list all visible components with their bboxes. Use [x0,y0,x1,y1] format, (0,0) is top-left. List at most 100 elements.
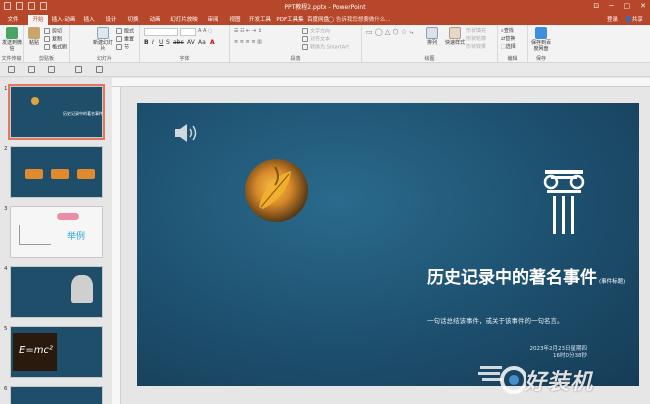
paste-button[interactable]: 粘贴 [26,27,42,46]
underline-button[interactable]: U [159,39,163,46]
arrange-button[interactable]: 排列 [422,27,442,46]
thumb-title: 历史记录中的著名事件 [63,111,103,116]
tab-design[interactable]: 设计 [102,15,120,25]
char-spacing-button[interactable]: AV [187,39,195,46]
arrange-label: 排列 [426,40,437,46]
touch-mode-icon[interactable] [96,66,103,73]
vertical-ruler [112,87,121,404]
login-link[interactable]: 登录 [607,15,618,25]
font-size-field[interactable] [180,28,196,36]
shape-outline-button[interactable]: 形状轮廓 [466,36,486,43]
replace-button[interactable]: ⇄替换 [501,36,515,43]
italic-button[interactable]: I [152,39,154,46]
format-painter-label: 格式刷 [52,44,68,51]
group-font: A A ◌ B I U S abc AV Aa A 字体 [140,25,230,63]
group-label: 绘图 [424,56,435,62]
autumn-leaf-image[interactable] [245,159,308,222]
shape-fill-button[interactable]: 形状填充 [466,28,486,35]
tab-home[interactable]: 开始 [28,15,48,25]
shadow-button[interactable]: S [166,39,170,46]
window-title: PPT教程2.pptx - PowerPoint [284,4,366,11]
text-direction-button[interactable]: 文字方向 [302,28,330,36]
shapes-gallery[interactable]: ▭ ◯ △ ⬡ ☆ ⤷ [366,29,413,36]
reset-button[interactable]: 重置 [116,36,134,44]
slide-thumbnail-1[interactable]: 历史记录中的著名事件 [8,84,105,140]
send-to-wechat-button[interactable]: 发送到微信 [2,27,22,52]
font-color-button[interactable]: A [210,39,215,46]
slide-title[interactable]: 历史记录中的著名事件 [367,263,597,288]
tab-file[interactable]: 文件 [2,15,24,25]
bold-button[interactable]: B [144,39,149,46]
ribbon-display-icon[interactable]: ⊡ [593,1,599,12]
maximize-button[interactable]: □ [624,1,631,12]
cut-button[interactable]: 剪切 [44,28,62,36]
cut-label: 剪切 [52,28,63,35]
copy-button[interactable]: 复制 [44,36,62,44]
font-name-field[interactable] [144,28,178,36]
slide-thumbnail-4[interactable] [10,266,103,318]
quick-styles-label: 快速样式 [444,40,465,46]
date-line: 2023年2月23日星期四 [529,346,588,352]
group-label: 剪贴板 [38,56,54,62]
ribbon: 发送到微信 文件传输 粘贴 剪切 复制 格式刷 剪贴板 新建幻灯片 版式 重置 … [0,25,650,63]
slide-thumbnail-5[interactable]: E=mc² [10,326,103,378]
change-case-button[interactable]: Aa [198,39,206,46]
align-buttons[interactable]: ≡ ≡ ≡ ≡ ▥ [234,39,262,46]
tab-animations[interactable]: 动画 [146,15,164,25]
tab-insert[interactable]: 插入 [80,15,98,25]
minimize-button[interactable]: ─ [609,1,613,12]
save-to-baidu-label: 保存到百度网盘 [530,40,551,52]
paste-icon [28,27,40,39]
tab-developer[interactable]: 开发工具 [248,15,272,25]
bullets-button[interactable]: ☰ ☷ ⇤ ⇥ ↕ [234,28,262,35]
quick-styles-button[interactable]: 快速样式 [444,27,466,46]
slide-subtitle[interactable]: 一句话总结该事件，或关于该事件的一句名言。 [427,315,587,325]
share-button[interactable]: 👤共享 [625,15,643,25]
current-slide[interactable]: 历史记录中的著名事件 (事件标题) 一句话总结该事件，或关于该事件的一句名言。 … [137,103,639,386]
slide-number: 6 [4,386,8,392]
slide-thumbnail-2[interactable] [10,146,103,198]
brush-icon [44,44,50,50]
slide-number: 3 [4,206,8,212]
tell-me-input[interactable]: ◯ 告诉我您想要做什么... [328,15,391,25]
font-grow-shrink[interactable]: A A ◌ [198,28,212,35]
slide-thumbnail-3[interactable]: 举例 [10,206,103,258]
save-to-baidu-button[interactable]: 保存到百度网盘 [529,27,553,52]
speaker-icon[interactable] [173,123,199,143]
section-button[interactable]: 节 [116,44,129,52]
slide-thumbnail-6[interactable] [10,386,103,404]
close-button[interactable]: ✕ [640,1,646,12]
format-painter-button[interactable]: 格式刷 [44,44,67,52]
watermark-logo-icon [478,366,526,394]
slideshow-icon[interactable] [75,66,82,73]
save-icon[interactable] [8,66,15,73]
tab-transitions[interactable]: 切换 [124,15,142,25]
tab-pdf-tools[interactable]: PDF工具集 [276,15,304,25]
replace-label: 替换 [505,36,516,42]
slide-number: 5 [4,326,8,332]
tab-review[interactable]: 审阅 [204,15,222,25]
new-slide-button[interactable]: 新建幻灯片 [92,27,114,52]
group-file-transfer: 发送到微信 文件传输 [0,25,24,63]
tab-view[interactable]: 视图 [226,15,244,25]
align-text-button[interactable]: 对齐文本 [302,36,330,44]
tab-slideshow[interactable]: 幻灯片放映 [168,15,200,25]
tab-anim-plugin[interactable]: 插入·动画 [51,15,76,25]
tab-baidu-netdisk[interactable]: 百度网盘 [306,15,330,25]
group-label: 幻灯片 [96,56,112,62]
wechat-icon [6,27,18,39]
find-button[interactable]: ⌕查找 [501,28,514,35]
mini-chart [19,225,51,245]
group-editing: ⌕查找 ⇄替换 ⬚选择 编辑 [498,25,528,63]
smartart-button[interactable]: 转换为 SmartArt [302,44,349,52]
smartart-label: 转换为 SmartArt [310,44,350,51]
redo-icon[interactable] [48,66,55,73]
find-label: 查找 [503,28,514,34]
layout-button[interactable]: 版式 [116,28,134,36]
group-clipboard: 粘贴 剪切 复制 格式刷 剪贴板 [24,25,70,63]
strikethrough-button[interactable]: abc [173,39,184,46]
shape-effects-button[interactable]: 形状效果 [466,44,486,51]
select-button[interactable]: ⬚选择 [501,44,516,51]
text-direction-icon [302,28,308,34]
undo-icon[interactable] [28,66,35,73]
